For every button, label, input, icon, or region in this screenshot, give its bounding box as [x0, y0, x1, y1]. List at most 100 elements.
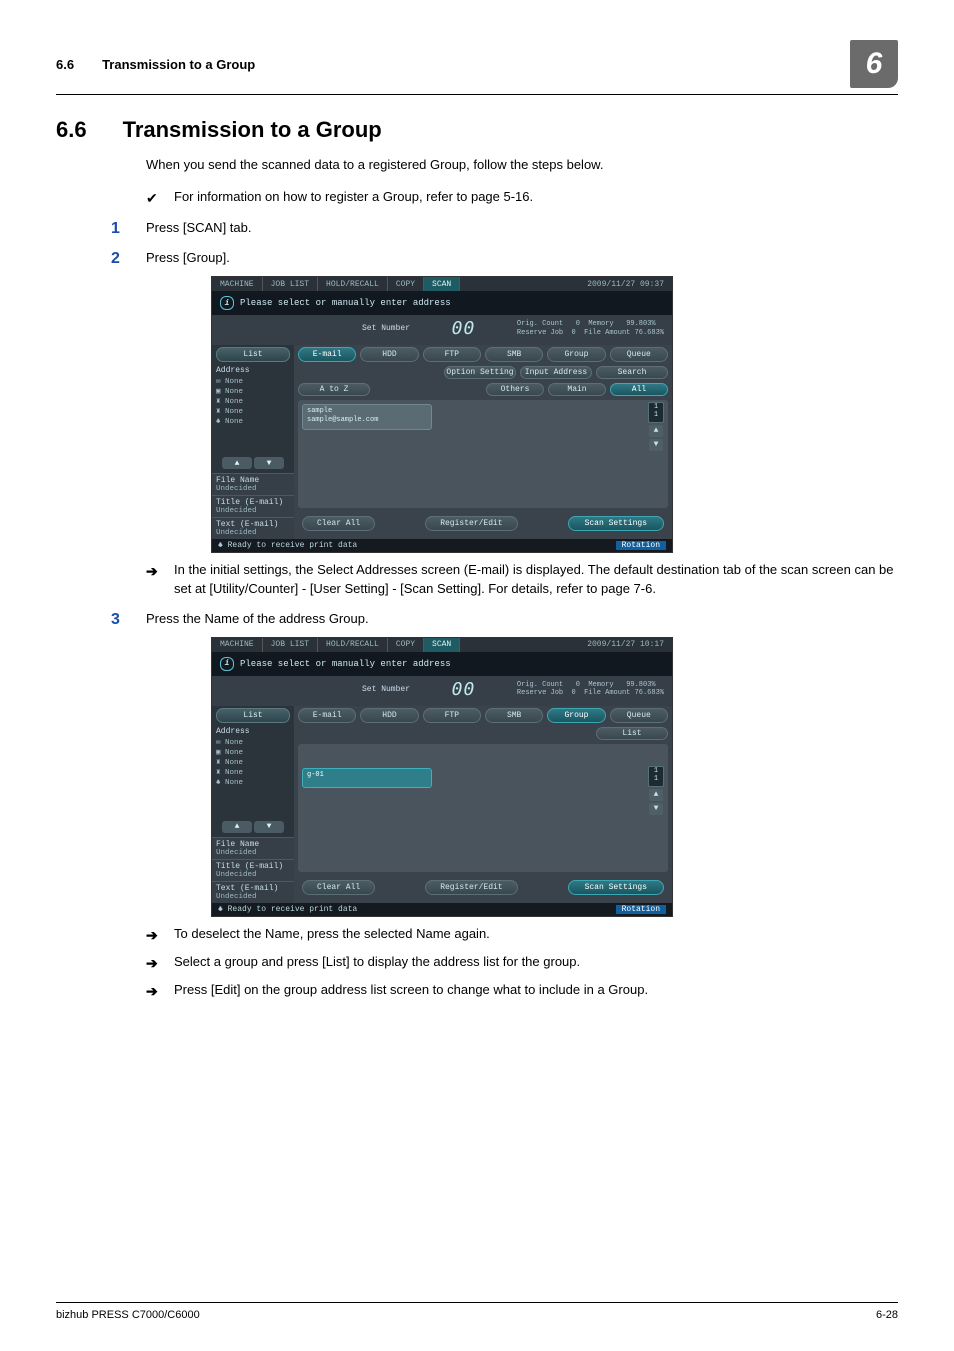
strip-setnum-label: Set Number	[362, 324, 410, 333]
chip-email-2[interactable]: E-mail	[298, 708, 356, 723]
chapter-badge: 6	[850, 40, 898, 88]
premise-row: ✔ For information on how to register a G…	[146, 188, 898, 208]
section-number: 6.6	[56, 117, 87, 143]
note-3b-text: Select a group and press [List] to displ…	[174, 953, 580, 973]
side-title-2[interactable]: Title (E-mail) Undecided	[212, 859, 294, 881]
side-none-1: ✉ None	[216, 377, 290, 387]
tab-holdrecall[interactable]: HOLD/RECALL	[318, 277, 388, 291]
grid-pager: 11 ▲ ▼	[648, 402, 664, 451]
step-2: 2 Press [Group].	[111, 250, 898, 268]
pager-down-button-2[interactable]: ▼	[649, 803, 663, 815]
side-text-2[interactable]: Text (E-mail) Undecided	[212, 881, 294, 903]
clear-all-button-2[interactable]: Clear All	[302, 880, 375, 895]
chip-group-2[interactable]: Group	[547, 708, 605, 723]
tab-scan-2[interactable]: SCAN	[424, 638, 460, 652]
panel-bottom: Clear All Register/Edit Scan Settings	[298, 512, 668, 535]
side-up-button-2[interactable]: ▲	[222, 821, 252, 833]
clear-all-button[interactable]: Clear All	[302, 516, 375, 531]
panel-strip-2: Set Number 00 Orig. Count 0 Memory 99.80…	[212, 676, 672, 706]
strip-stats-2: Orig. Count 0 Memory 99.803% Reserve Job…	[517, 681, 664, 698]
side-list-button[interactable]: List	[216, 347, 290, 362]
tab-copy-2[interactable]: COPY	[388, 638, 424, 652]
chip-hdd[interactable]: HDD	[360, 347, 418, 362]
panel-body: List Address ✉ None ▣ None ♜ None ♜ None…	[212, 345, 672, 539]
arrow-icon: ➔	[146, 561, 174, 599]
check-icon: ✔	[146, 188, 174, 208]
chip-row-1b: E-mail HDD FTP SMB Group Queue	[298, 708, 668, 723]
side-none-4: ♜ None	[216, 407, 290, 417]
address-cell-g01[interactable]: g-01	[302, 768, 432, 788]
step-2-text: Press [Group].	[146, 250, 230, 268]
strip-stats: Orig. Count 0 Memory 99.803% Reserve Job…	[517, 320, 664, 337]
tab-joblist[interactable]: JOB LIST	[263, 277, 318, 291]
chip-queue-2[interactable]: Queue	[610, 708, 668, 723]
tab-copy[interactable]: COPY	[388, 277, 424, 291]
side-title[interactable]: Title (E-mail) Undecided	[212, 495, 294, 517]
pager-up-button[interactable]: ▲	[649, 425, 663, 437]
page-footer: bizhub PRESS C7000/C6000 6-28	[56, 1302, 898, 1321]
tab-scan[interactable]: SCAN	[424, 277, 460, 291]
chip-ftp[interactable]: FTP	[423, 347, 481, 362]
chip-main[interactable]: Main	[548, 383, 606, 396]
strip-setnum-label-2: Set Number	[362, 685, 410, 694]
chip-option-setting[interactable]: Option Setting	[444, 366, 516, 379]
chip-others[interactable]: Others	[486, 383, 544, 396]
side-up-button[interactable]: ▲	[222, 457, 252, 469]
intro-paragraph: When you send the scanned data to a regi…	[146, 156, 898, 175]
arrow-icon-2: ➔	[146, 925, 174, 945]
chip-ftp-2[interactable]: FTP	[423, 708, 481, 723]
address-grid-2: g-01 11 ▲ ▼	[298, 744, 668, 872]
register-edit-button-2[interactable]: Register/Edit	[425, 880, 517, 895]
chip-row-2: Option Setting Input Address Search	[298, 366, 668, 379]
side-list-button-2[interactable]: List	[216, 708, 290, 723]
side-filename-2[interactable]: File Name Undecided	[212, 837, 294, 859]
arrow-icon-4: ➔	[146, 981, 174, 1001]
panel-tabs: MACHINE JOB LIST HOLD/RECALL COPY SCAN 2…	[212, 277, 672, 291]
arrow-icon-3: ➔	[146, 953, 174, 973]
side-down-button-2[interactable]: ▼	[254, 821, 284, 833]
panel-2: MACHINE JOB LIST HOLD/RECALL COPY SCAN 2…	[211, 637, 673, 917]
panel-status: ♣ Ready to receive print data Rotation	[212, 539, 672, 552]
chip-search[interactable]: Search	[596, 366, 668, 379]
scan-settings-button[interactable]: Scan Settings	[568, 516, 664, 531]
panel-1: MACHINE JOB LIST HOLD/RECALL COPY SCAN 2…	[211, 276, 673, 553]
screenshot-2: MACHINE JOB LIST HOLD/RECALL COPY SCAN 2…	[211, 637, 898, 917]
side-updown: ▲ ▼	[216, 457, 290, 469]
step-1-num: 1	[111, 220, 146, 238]
header-left: 6.6 Transmission to a Group	[56, 57, 255, 72]
address-cell-sample[interactable]: sample sample@sample.com	[302, 404, 432, 430]
chip-input-address[interactable]: Input Address	[520, 366, 592, 379]
chip-hdd-2[interactable]: HDD	[360, 708, 418, 723]
chip-smb[interactable]: SMB	[485, 347, 543, 362]
pager-down-button[interactable]: ▼	[649, 439, 663, 451]
side-text[interactable]: Text (E-mail) Undecided	[212, 517, 294, 539]
tab-machine[interactable]: MACHINE	[212, 277, 263, 291]
section-heading: 6.6 Transmission to a Group	[56, 117, 898, 143]
scan-settings-button-2[interactable]: Scan Settings	[568, 880, 664, 895]
pager-up-button-2[interactable]: ▲	[649, 789, 663, 801]
chip-smb-2[interactable]: SMB	[485, 708, 543, 723]
info-icon-2: i	[220, 657, 234, 671]
panel-bottom-2: Clear All Register/Edit Scan Settings	[298, 876, 668, 899]
tab-holdrecall-2[interactable]: HOLD/RECALL	[318, 638, 388, 652]
tab-joblist-2[interactable]: JOB LIST	[263, 638, 318, 652]
side-filename[interactable]: File Name Undecided	[212, 473, 294, 495]
chip-email[interactable]: E-mail	[298, 347, 356, 362]
panel-main-2: E-mail HDD FTP SMB Group Queue List g-01	[294, 706, 672, 903]
chip-atoz[interactable]: A to Z	[298, 383, 370, 396]
info-icon: i	[220, 296, 234, 310]
side-addr-block-2: Address ✉ None ▣ None ♜ None ♜ None ♣ No…	[212, 725, 294, 792]
panel-datetime-2: 2009/11/27 10:17	[579, 638, 672, 652]
chip-group[interactable]: Group	[547, 347, 605, 362]
strip-setnum-value: 00	[452, 318, 476, 339]
chip-list-2[interactable]: List	[596, 727, 668, 740]
footer-left: bizhub PRESS C7000/C6000	[56, 1309, 200, 1321]
side-down-button[interactable]: ▼	[254, 457, 284, 469]
chip-all[interactable]: All	[610, 383, 668, 396]
chip-queue[interactable]: Queue	[610, 347, 668, 362]
page-header: 6.6 Transmission to a Group 6	[56, 40, 898, 95]
panel-info-text-2: Please select or manually enter address	[240, 659, 451, 669]
panel-sidebar: List Address ✉ None ▣ None ♜ None ♜ None…	[212, 345, 294, 539]
register-edit-button[interactable]: Register/Edit	[425, 516, 517, 531]
tab-machine-2[interactable]: MACHINE	[212, 638, 263, 652]
